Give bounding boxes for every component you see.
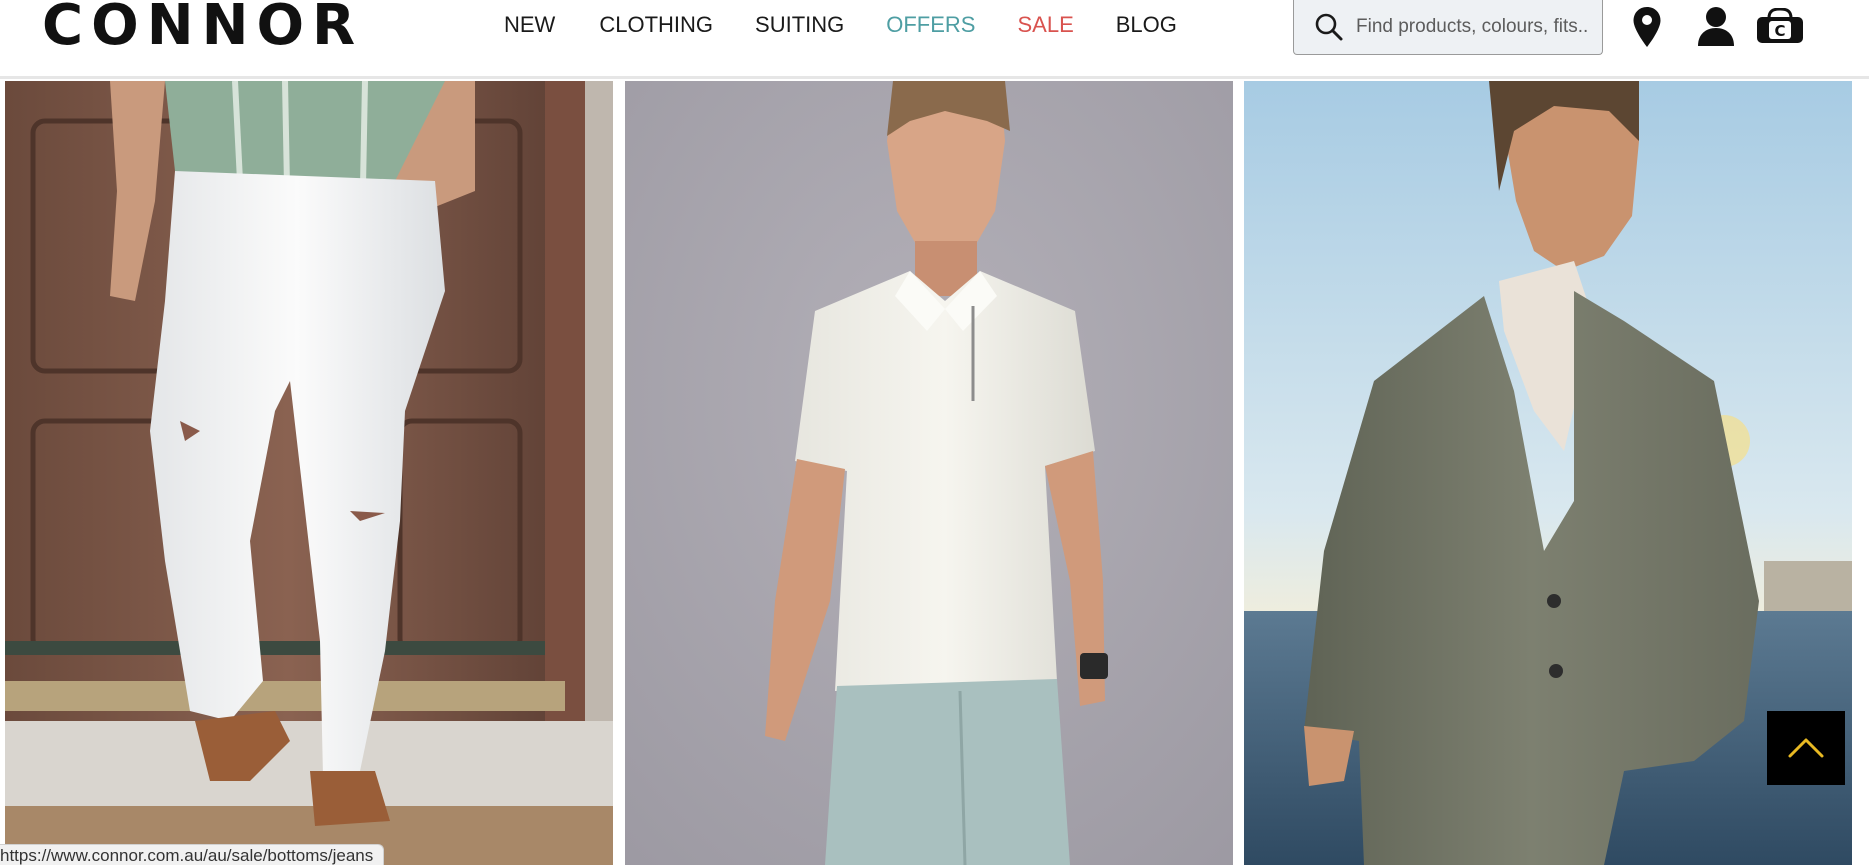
location-pin-icon[interactable]	[1632, 6, 1662, 48]
product-tile-white-polo[interactable]	[625, 81, 1233, 865]
bag-icon[interactable]: C	[1754, 8, 1806, 44]
nav-item-offers[interactable]: OFFERS	[886, 10, 975, 40]
brand-logo[interactable]: CONNOR	[42, 0, 363, 56]
model-white-jeans-photo	[5, 81, 613, 865]
search-input[interactable]	[1356, 8, 1592, 46]
search-icon[interactable]	[1314, 12, 1344, 42]
model-grey-suit-beach-photo	[1244, 81, 1852, 865]
site-header: CONNOR NEW CLOTHING SUITING OFFERS SALE …	[0, 0, 1869, 79]
chevron-up-icon	[1788, 738, 1824, 758]
model-white-zip-polo-photo	[625, 81, 1233, 865]
nav-item-suiting[interactable]: SUITING	[755, 10, 844, 40]
svg-text:C: C	[1774, 22, 1785, 40]
product-tile-white-jeans[interactable]	[5, 81, 613, 865]
nav-item-new[interactable]: NEW	[504, 10, 555, 40]
product-tile-grey-suit[interactable]	[1244, 81, 1852, 865]
nav-item-clothing[interactable]: CLOTHING	[599, 10, 713, 40]
nav-item-blog[interactable]: BLOG	[1116, 10, 1177, 40]
scroll-to-top-button[interactable]	[1767, 711, 1845, 785]
status-bar-url: https://www.connor.com.au/au/sale/bottom…	[0, 844, 385, 865]
main-nav: NEW CLOTHING SUITING OFFERS SALE BLOG	[504, 10, 1177, 40]
nav-item-sale[interactable]: SALE	[1017, 10, 1073, 40]
account-icon[interactable]	[1697, 6, 1735, 46]
search-box	[1293, 0, 1603, 55]
